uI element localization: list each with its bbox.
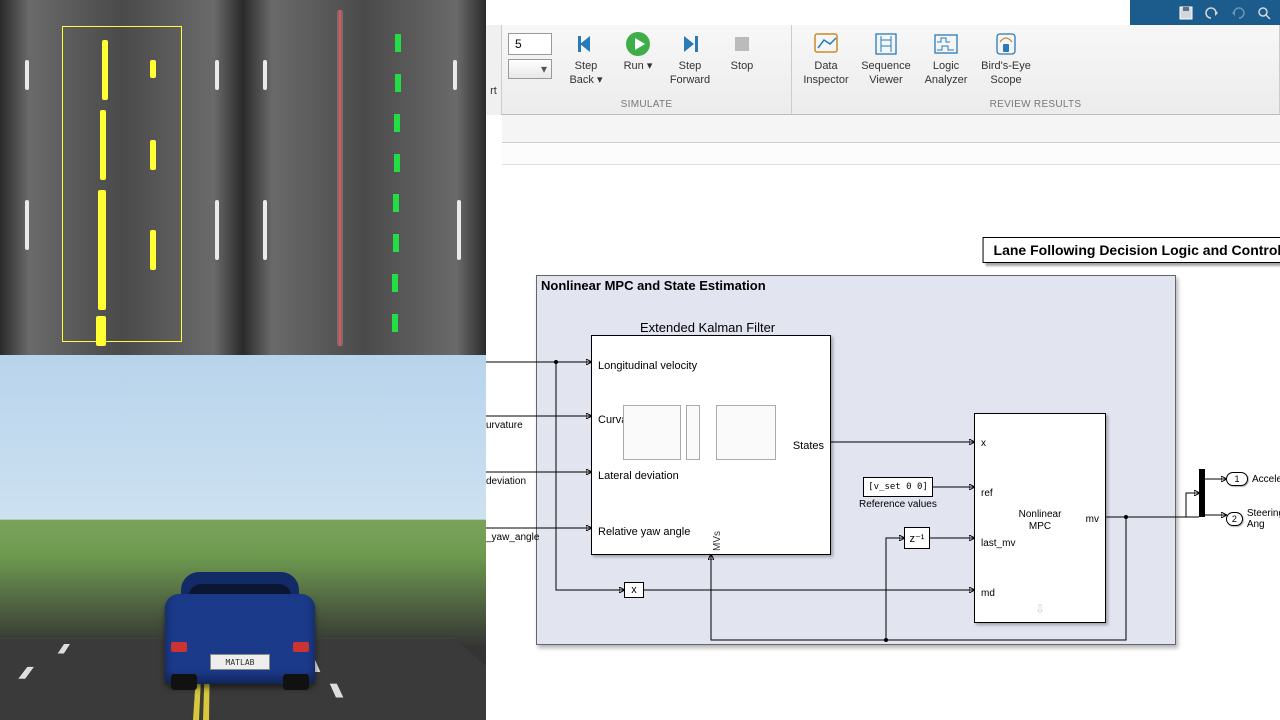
lane-detection-views — [0, 0, 486, 355]
mpc-port-ref: ref — [981, 488, 993, 499]
redo-icon[interactable] — [1230, 5, 1246, 21]
unit-delay-block[interactable]: z⁻¹ — [904, 527, 930, 549]
mux-block[interactable]: x — [624, 582, 644, 598]
undo-icon[interactable] — [1204, 5, 1220, 21]
search-icon[interactable] — [1256, 5, 1272, 21]
sequence-viewer-button[interactable]: SequenceViewer — [858, 27, 914, 91]
explorer-bar[interactable] — [502, 115, 1280, 143]
birds-eye-left — [0, 0, 243, 355]
ekf-title: Extended Kalman Filter — [640, 320, 775, 335]
diagram-title: Lane Following Decision Logic and Contro… — [983, 237, 1280, 263]
step-back-button[interactable]: StepBack ▾ — [562, 27, 610, 91]
roi-rectangle — [62, 26, 182, 342]
ekf-port-mvs: MVs — [712, 531, 723, 551]
stop-time-input[interactable] — [508, 33, 552, 55]
step-back-icon — [572, 30, 600, 58]
ekf-port-ryaw: Relative yaw angle — [598, 526, 690, 538]
save-icon[interactable] — [1178, 5, 1194, 21]
reference-values-label: Reference values — [859, 499, 937, 510]
nlmpc-block[interactable]: x ref last_mv md mv NonlinearMPC ⇩ — [974, 413, 1106, 623]
step-forward-button[interactable]: StepForward — [666, 27, 714, 91]
data-inspector-button[interactable]: DataInspector — [798, 27, 854, 91]
reference-values-block[interactable]: [v_set 0 0] — [863, 477, 933, 497]
simulink-canvas[interactable]: Lane Following Decision Logic and Contro… — [486, 165, 1280, 720]
explorer-sub-bar — [502, 143, 1280, 165]
outport-steering[interactable]: 2 Steering Ang — [1226, 508, 1280, 530]
ekf-port-ld: Lateral deviation — [598, 470, 679, 482]
run-button[interactable]: Run ▾ — [614, 27, 662, 77]
ego-vehicle: MATLAB — [155, 542, 325, 692]
ekf-inner-block-1 — [623, 405, 681, 460]
simulate-group-label: SIMULATE — [508, 97, 785, 112]
vehicle-3d-view: MATLAB — [0, 355, 486, 720]
demux-block[interactable] — [1199, 469, 1205, 517]
outport-acceleration-label: Acceleration — [1252, 474, 1280, 485]
mpc-expand-icon: ⇩ — [1035, 602, 1045, 616]
outport-steering-label: Steering Ang — [1247, 508, 1280, 530]
step-forward-icon — [676, 30, 704, 58]
stop-button[interactable]: Stop — [718, 27, 766, 77]
ekf-port-lv: Longitudinal velocity — [598, 360, 697, 372]
ekf-inner-block-2 — [686, 405, 700, 460]
stop-time-field-wrap: ▾ — [508, 27, 552, 79]
simulate-group: ▾ StepBack ▾ Run ▾ StepForward Stop SIMU… — [502, 25, 792, 114]
mpc-port-lastmv: last_mv — [981, 538, 1015, 549]
play-icon — [624, 30, 652, 58]
signal-yaw: _yaw_angle — [486, 532, 539, 543]
mode-dropdown[interactable]: ▾ — [508, 59, 552, 79]
license-plate: MATLAB — [210, 654, 270, 670]
logic-analyzer-button[interactable]: LogicAnalyzer — [918, 27, 974, 91]
ekf-port-states: States — [793, 440, 824, 452]
title-bar — [1130, 0, 1280, 25]
birds-eye-icon — [992, 30, 1020, 58]
toolstrip: ▾ StepBack ▾ Run ▾ StepForward Stop SIMU… — [502, 25, 1280, 115]
data-inspector-icon — [812, 30, 840, 58]
truncated-toolstrip-btn[interactable]: rt — [486, 25, 502, 115]
stop-icon — [728, 30, 756, 58]
signal-curvature: urvature — [486, 420, 523, 431]
review-results-group: DataInspector SequenceViewer LogicAnalyz… — [792, 25, 1280, 114]
simulation-views-panel: MATLAB — [0, 0, 486, 720]
sequence-viewer-icon — [872, 30, 900, 58]
logic-analyzer-icon — [932, 30, 960, 58]
subsystem-title: Nonlinear MPC and State Estimation — [537, 276, 1175, 295]
birds-eye-scope-button[interactable]: Bird's-EyeScope — [978, 27, 1034, 91]
signal-deviation: deviation — [486, 476, 526, 487]
mpc-port-md: md — [981, 588, 995, 599]
outport-acceleration[interactable]: 1 Acceleration — [1226, 472, 1280, 486]
birds-eye-right — [243, 0, 486, 355]
fitted-lane-right-dash — [395, 34, 401, 52]
review-results-group-label: REVIEW RESULTS — [798, 97, 1273, 112]
ekf-inner-block-3 — [716, 405, 776, 460]
mpc-block-name: NonlinearMPC — [975, 509, 1105, 533]
mpc-port-x: x — [981, 438, 986, 449]
